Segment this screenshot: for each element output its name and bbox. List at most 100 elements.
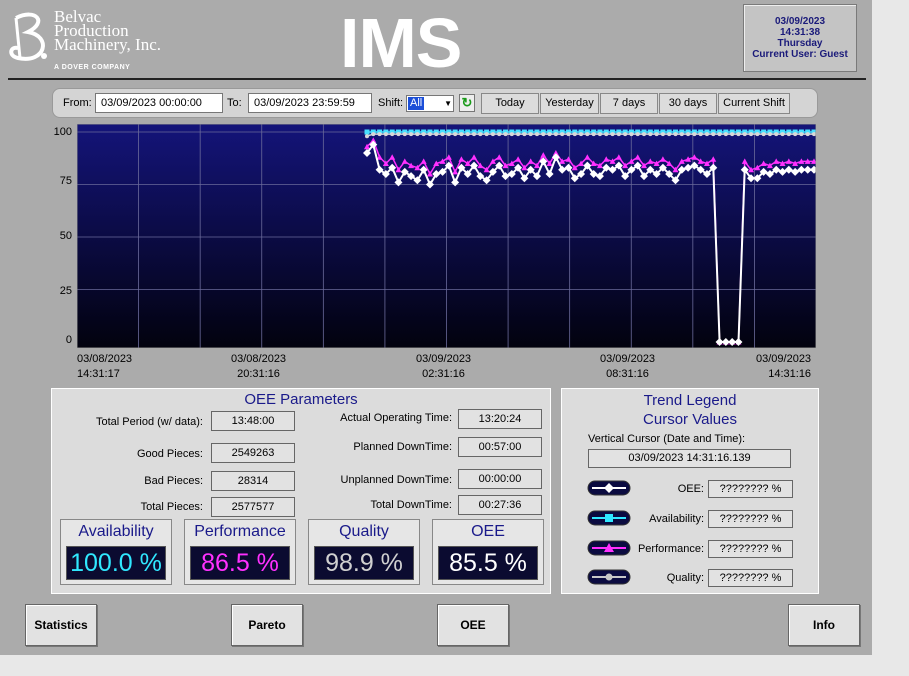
trend-legend-title-line2: Cursor Values: [643, 411, 737, 428]
availability-legend-label: Availability:: [649, 513, 704, 525]
good-pieces-value: 2549263: [211, 443, 295, 463]
performance-kpi: Performance 86.5 %: [184, 519, 296, 585]
x-tick-3: 03/09/2023 02:31:16: [416, 352, 471, 382]
quality-point-8: [415, 132, 420, 137]
7-days-button[interactable]: 7 days: [600, 93, 658, 114]
quality-point-63: [761, 132, 766, 137]
oee-kpi: OEE 85.5 %: [432, 519, 544, 585]
quality-point-55: [711, 132, 716, 137]
quality-point-69: [799, 132, 804, 137]
quality-point-38: [604, 132, 609, 137]
quality-point-61: [749, 132, 754, 137]
x-tick-5: 03/09/2023 14:31:16: [756, 352, 811, 382]
performance-kpi-title: Performance: [194, 523, 286, 540]
quality-point-9: [421, 132, 426, 137]
info-button[interactable]: Info: [788, 604, 860, 646]
x-tick-5-date: 03/09/2023: [756, 353, 812, 365]
quality-point-21: [497, 132, 502, 137]
x-tick-2-date: 03/08/2023: [231, 353, 287, 365]
current-date: 03/09/2023: [774, 16, 826, 27]
shift-selected-value: All: [408, 97, 425, 110]
logo-line-3: Machinery, Inc.: [54, 35, 161, 54]
belvac-b-icon: [9, 12, 47, 61]
total-pieces-value: 2577577: [211, 497, 295, 517]
oee-legend-label: OEE:: [677, 483, 704, 495]
availability-point-0: [364, 129, 370, 135]
shift-select[interactable]: All ▼: [406, 95, 454, 112]
unplanned-downtime-label: Unplanned DownTime:: [340, 474, 452, 486]
quality-point-23: [509, 132, 514, 137]
y-tick-25: 25: [59, 285, 72, 297]
quality-point-47: [660, 132, 665, 137]
performance-cursor-value: ???????? %: [708, 540, 793, 558]
quality-point-37: [597, 132, 602, 137]
today-button[interactable]: Today: [481, 93, 539, 114]
quality-point-56: [717, 132, 722, 137]
quality-point-41: [623, 132, 628, 137]
quality-point-15: [459, 132, 464, 137]
current-shift-button[interactable]: Current Shift: [718, 93, 790, 114]
total-period-value: 13:48:00: [211, 411, 295, 431]
quality-point-57: [723, 132, 728, 137]
quality-point-11: [434, 132, 439, 137]
header-divider: [8, 78, 866, 80]
quality-point-71: [812, 132, 816, 137]
quality-point-27: [534, 132, 539, 137]
30-days-button[interactable]: 30 days: [659, 93, 717, 114]
logo-tagline: A DOVER COMPANY: [54, 64, 131, 71]
quality-point-53: [698, 132, 703, 137]
quality-point-29: [547, 132, 552, 137]
quality-point-4: [390, 132, 395, 137]
quality-point-39: [610, 132, 615, 137]
oee-parameters-title: OEE Parameters: [244, 391, 358, 408]
shift-label: Shift:: [378, 97, 404, 109]
window-edge-right: [872, 0, 909, 676]
performance-kpi-value: 86.5 %: [190, 546, 290, 580]
availability-kpi-title: Availability: [78, 523, 154, 540]
quality-point-26: [528, 132, 533, 137]
oee-kpi-title: OEE: [471, 523, 505, 540]
quality-point-58: [730, 132, 735, 137]
window-edge-bottom: [0, 655, 909, 676]
quality-point-14: [453, 132, 458, 137]
oee-parameters-panel: OEE Parameters Total Period (w/ data): 1…: [51, 388, 551, 594]
quality-point-54: [704, 132, 709, 137]
quality-kpi-value: 98.9 %: [314, 546, 414, 580]
unplanned-downtime-value: 00:00:00: [458, 469, 542, 489]
quality-point-60: [742, 132, 747, 137]
trend-legend-panel: Trend Legend Cursor Values Vertical Curs…: [561, 388, 819, 594]
quality-point-28: [541, 132, 546, 137]
x-tick-4-date: 03/09/2023: [600, 353, 656, 365]
current-weekday: Thursday: [777, 38, 823, 49]
quality-point-3: [383, 132, 388, 137]
quality-kpi: Quality 98.9 %: [308, 519, 420, 585]
x-tick-2-time: 20:31:16: [237, 368, 280, 380]
quality-point-67: [786, 132, 791, 137]
quality-legend-label: Quality:: [666, 572, 704, 584]
quality-point-31: [560, 132, 565, 137]
current-user: Current User: Guest: [752, 49, 848, 60]
quality-point-50: [679, 132, 684, 137]
quality-point-66: [780, 132, 785, 137]
belvac-logo: Belvac Production Machinery, Inc. A DOVE…: [6, 8, 196, 74]
trend-legend-title: Trend Legend Cursor Values: [562, 391, 818, 429]
quality-point-17: [472, 132, 477, 137]
to-date-input[interactable]: 03/09/2023 23:59:59: [248, 93, 372, 113]
from-label: From:: [63, 97, 92, 109]
quality-point-48: [667, 132, 672, 137]
from-date-input[interactable]: 03/09/2023 00:00:00: [95, 93, 223, 113]
y-tick-0: 0: [65, 334, 72, 346]
statistics-button[interactable]: Statistics: [25, 604, 97, 646]
total-downtime-value: 00:27:36: [458, 495, 542, 515]
quality-point-43: [635, 132, 640, 137]
yesterday-button[interactable]: Yesterday: [540, 93, 599, 114]
refresh-button[interactable]: ↻: [459, 94, 475, 112]
oee-trend-chart[interactable]: [77, 124, 816, 348]
quality-point-49: [673, 132, 678, 137]
pareto-button[interactable]: Pareto: [231, 604, 303, 646]
x-tick-1: 03/08/2023 14:31:17: [77, 352, 132, 382]
performance-legend-label: Performance:: [637, 543, 704, 555]
oee-button[interactable]: OEE: [437, 604, 509, 646]
quality-point-2: [377, 132, 382, 137]
quality-point-0: [365, 134, 369, 139]
